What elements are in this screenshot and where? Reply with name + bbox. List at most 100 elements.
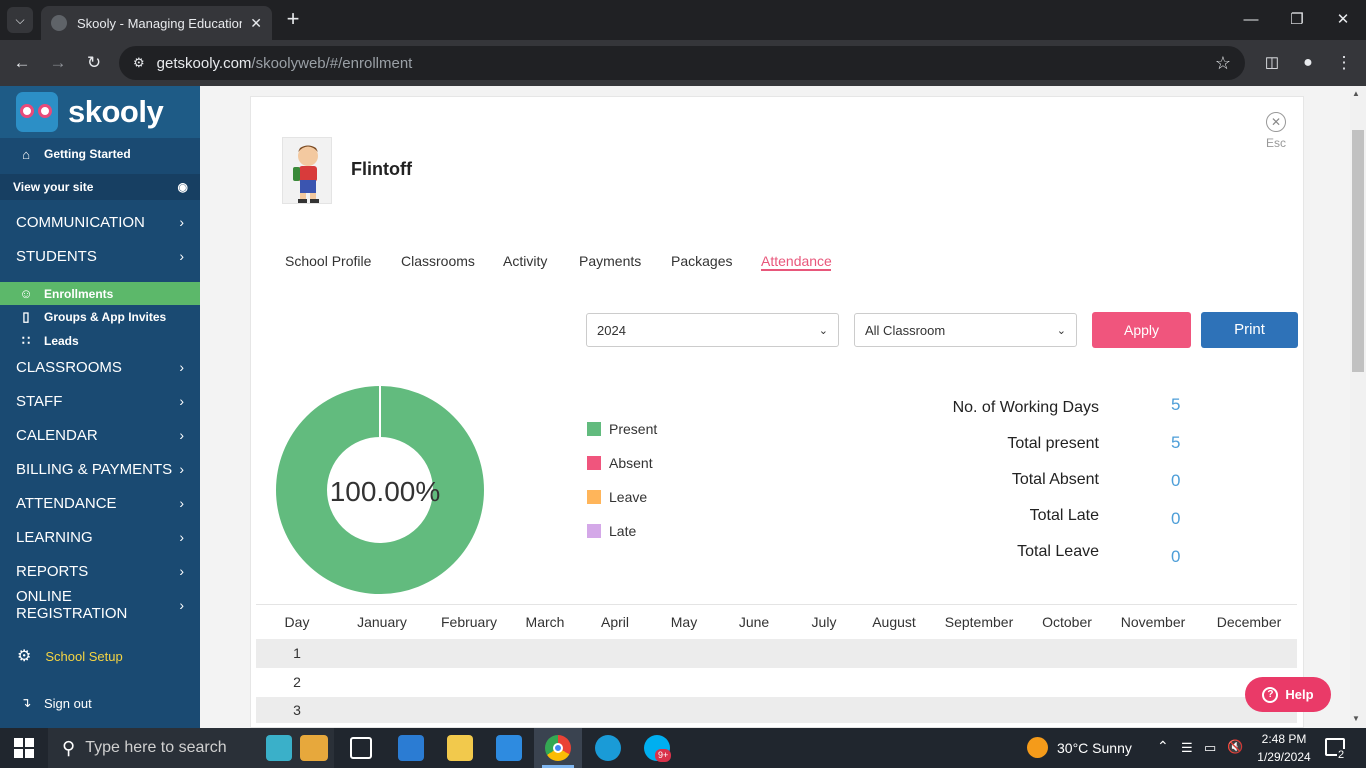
sidebar-item-enrollments[interactable]: ☺ Enrollments (0, 282, 200, 305)
chevron-right-icon: › (179, 563, 184, 579)
notification-count: 2 (1337, 749, 1346, 761)
sidebar-item-getting-started[interactable]: ⌂ Getting Started (0, 144, 200, 164)
widgets-puzzle-icon[interactable] (266, 735, 292, 761)
chevron-right-icon: › (179, 495, 184, 511)
sidebar-item-billing[interactable]: BILLING & PAYMENTS › (0, 452, 200, 486)
forward-icon[interactable]: → (45, 50, 71, 76)
tab-school-profile[interactable]: School Profile (285, 253, 371, 269)
close-tab-icon[interactable]: ✕ (250, 15, 262, 32)
reload-icon[interactable]: ↻ (81, 50, 107, 76)
file-explorer-icon[interactable] (447, 735, 473, 761)
help-icon: ? (1262, 686, 1279, 703)
column-header-april: April (600, 614, 629, 630)
sidebar-item-label: CALENDAR (16, 426, 98, 444)
url-path: /skoolyweb/#/enrollment (251, 54, 413, 72)
apply-button[interactable]: Apply (1092, 312, 1191, 348)
site-info-icon[interactable]: ⚙ (133, 55, 145, 71)
close-window-button[interactable]: ✕ (1329, 8, 1357, 32)
edge-icon[interactable] (595, 735, 621, 761)
tab-search-button[interactable]: ⌵ (7, 7, 33, 33)
minimize-button[interactable]: — (1237, 8, 1265, 32)
sidebar-item-attendance[interactable]: ATTENDANCE › (0, 486, 200, 520)
sign-out-icon: ↴ (20, 695, 32, 710)
legend-item-present: Present (587, 421, 657, 437)
tab-attendance[interactable]: Attendance (761, 253, 832, 269)
classroom-select-value: All Classroom (865, 322, 946, 338)
sidebar-item-staff[interactable]: STAFF › (0, 384, 200, 418)
tab-packages[interactable]: Packages (671, 253, 732, 269)
sidebar-item-view-site[interactable]: View your site ◉ (0, 174, 200, 200)
chevron-right-icon: › (179, 214, 184, 230)
sidebar-item-sign-out[interactable]: ↴ Sign out (0, 692, 200, 714)
column-header-may: May (670, 614, 698, 630)
microsoft-store-icon[interactable] (398, 735, 424, 761)
menu-icon[interactable]: ⋮ (1331, 50, 1357, 76)
clock-time[interactable]: 2:48 PM (1254, 732, 1314, 746)
windows-start-icon[interactable] (14, 738, 34, 758)
weather-sun-icon[interactable] (1027, 737, 1048, 758)
sidebar-item-learning[interactable]: LEARNING › (0, 520, 200, 554)
day-cell: 2 (293, 674, 301, 690)
column-header-june: June (738, 614, 770, 630)
legend-swatch (587, 456, 601, 470)
chevron-right-icon: › (179, 461, 184, 477)
add-user-icon: ☺ (19, 286, 33, 301)
chevron-right-icon: › (179, 359, 184, 375)
sidebar-item-school-setup[interactable]: ⚙ School Setup (0, 644, 200, 668)
sidebar-item-students[interactable]: STUDENTS › (0, 239, 200, 273)
help-button[interactable]: ? Help (1245, 677, 1331, 712)
address-bar[interactable]: ⚙ getskooly.com/skoolyweb/#/enrollment ☆ (119, 46, 1245, 80)
student-avatar-icon (293, 145, 319, 203)
bookmark-star-icon[interactable]: ☆ (1215, 53, 1231, 74)
tab-classrooms[interactable]: Classrooms (401, 253, 475, 269)
mail-icon[interactable] (496, 735, 522, 761)
scroll-down-icon[interactable]: ▼ (1352, 714, 1360, 723)
weather-text[interactable]: 30°C Sunny (1057, 740, 1132, 756)
task-view-icon[interactable] (350, 737, 372, 759)
chrome-taskbar-button[interactable] (534, 728, 582, 768)
widgets-puzzle-icon-2[interactable] (300, 735, 328, 761)
sidebar-item-label: Getting Started (44, 147, 131, 161)
legend-item-late: Late (587, 523, 636, 539)
dots-icon: ∷ (21, 333, 31, 348)
sidebar-item-online-registration[interactable]: ONLINE REGISTRATION › (0, 588, 200, 622)
gear-icon: ⚙ (17, 648, 32, 665)
legend-label: Absent (609, 455, 653, 471)
chevron-up-icon[interactable]: ⌃ (1157, 738, 1169, 755)
total-present-label: Total present (1007, 435, 1099, 452)
sidebar-item-leads[interactable]: ∷ Leads (0, 330, 200, 352)
sidebar-item-calendar[interactable]: CALENDAR › (0, 418, 200, 452)
print-button[interactable]: Print (1201, 312, 1298, 348)
scroll-up-icon[interactable]: ▲ (1352, 89, 1360, 98)
table-top-divider (256, 604, 1297, 605)
legend-label: Leave (609, 489, 648, 505)
sidebar-item-reports[interactable]: REPORTS › (0, 554, 200, 588)
table-row (256, 668, 1297, 697)
tab-activity[interactable]: Activity (503, 253, 547, 269)
browser-tab[interactable]: Skooly - Managing Educational ✕ (41, 6, 272, 40)
total-leave-label: Total Leave (1017, 543, 1099, 560)
column-header-november: November (1120, 614, 1186, 630)
new-tab-button[interactable]: + (282, 8, 304, 32)
logo[interactable]: skooly (0, 86, 200, 138)
network-icon[interactable]: ☰ (1181, 740, 1193, 756)
sidebar-item-label: Groups & App Invites (44, 310, 167, 324)
scrollbar-thumb[interactable] (1352, 130, 1364, 372)
side-panel-icon[interactable]: ◫ (1259, 50, 1285, 76)
tab-payments[interactable]: Payments (579, 253, 641, 269)
restore-button[interactable]: ❐ (1283, 8, 1311, 32)
battery-icon[interactable]: ▭ (1204, 740, 1216, 756)
classroom-select[interactable]: All Classroom ⌄ (854, 313, 1077, 347)
profile-icon[interactable]: ● (1295, 50, 1321, 76)
volume-muted-icon[interactable]: 🔇 (1227, 739, 1243, 755)
close-icon[interactable]: ✕ (1266, 112, 1286, 132)
total-present-value: 5 (1171, 433, 1181, 452)
clock-date[interactable]: 1/29/2024 (1250, 750, 1318, 764)
sidebar-item-communication[interactable]: COMMUNICATION › (0, 205, 200, 239)
sidebar-item-classrooms[interactable]: CLASSROOMS › (0, 350, 200, 384)
back-icon[interactable]: ← (9, 50, 35, 76)
legend-label: Present (609, 421, 658, 437)
year-select[interactable]: 2024 ⌄ (586, 313, 839, 347)
column-header-september: September (944, 614, 1014, 630)
sidebar-item-groups[interactable]: ▯ Groups & App Invites (0, 306, 200, 328)
